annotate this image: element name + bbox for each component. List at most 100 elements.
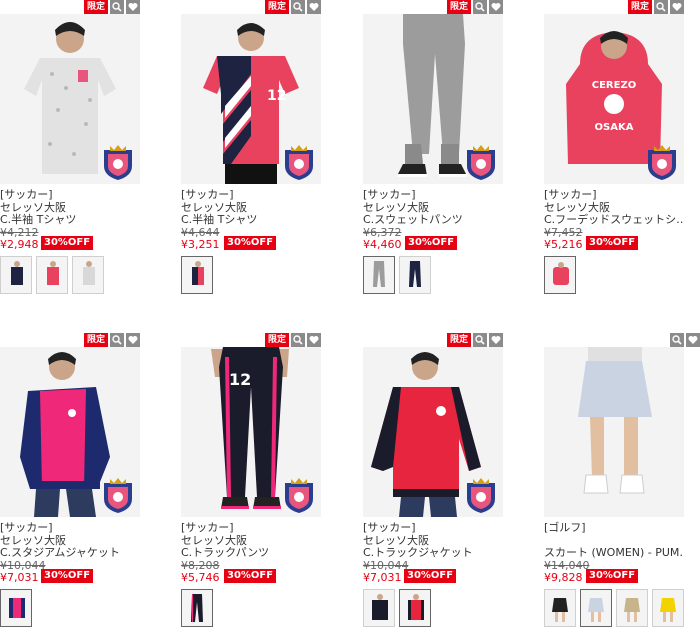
product-image[interactable] [0,14,140,184]
product-category: [サッカー] [181,188,234,201]
discount-badge: 30%OFF [586,569,639,583]
sale-price: ¥3,251 [181,238,220,251]
zoom-icon[interactable] [110,0,124,14]
product-image[interactable] [363,347,503,517]
card-badges: 限定 [446,333,503,347]
favorite-heart-icon[interactable] [686,333,700,347]
sale-price: ¥9,828 [544,571,583,584]
color-thumbnails [544,589,684,627]
zoom-icon[interactable] [291,333,305,347]
product-name[interactable]: C.フーデッドスウェットシ… [544,213,684,226]
limited-badge: 限定 [83,333,108,347]
product-category: [サッカー] [363,188,416,201]
product-card[interactable]: 限定 CEREZO OSAKA [サッカー] セレッソ大阪 C.フーデッドスウェ… [544,0,700,300]
card-badges: 限定 [264,0,321,14]
card-badges: 限定 [446,0,503,14]
product-image[interactable] [0,347,140,517]
color-thumbnails [0,589,32,627]
product-category: [ゴルフ] [544,521,586,534]
product-card[interactable]: 限定 12 [サッカー] セレッソ大阪 C.トラックパンツ ¥8,208 ¥5,… [181,333,349,633]
limited-badge: 限定 [446,333,471,347]
product-card[interactable]: 限定 [サッカー] セレッソ大阪 C.スタジアムジャケット ¥10,044 ¥7… [0,333,168,633]
color-thumbnail-light-blue[interactable] [580,589,612,627]
color-thumbnails [363,589,431,627]
product-card[interactable]: 限定 [サッカー] セレッソ大阪 C.トラックジャケット ¥10,044 ¥7,… [363,333,531,633]
color-thumbnail-black[interactable] [544,589,576,627]
card-badges: 限定 [83,333,140,347]
color-thumbnail-beige[interactable] [616,589,648,627]
color-thumbnail-pink-navy[interactable] [181,256,213,294]
favorite-heart-icon[interactable] [307,0,321,14]
color-thumbnail-pink[interactable] [36,256,68,294]
discount-badge: 30%OFF [41,236,94,250]
club-emblem [285,478,313,513]
card-badges: 限定 [627,0,684,14]
card-badges: 限定 [83,0,140,14]
product-card[interactable]: [ゴルフ] スカート (WOMEN) - PUM… ¥14,040 ¥9,828… [544,333,700,633]
product-image[interactable] [363,14,503,184]
sale-price: ¥7,031 [0,571,39,584]
color-thumbnail-navy[interactable] [363,589,395,627]
svg-text:OSAKA: OSAKA [595,122,634,133]
club-emblem [467,478,495,513]
color-thumbnail-pink-navy[interactable] [0,589,32,627]
limited-badge: 限定 [264,0,289,14]
color-thumbnails [544,256,576,294]
discount-badge: 30%OFF [586,236,639,250]
discount-badge: 30%OFF [224,569,277,583]
product-image[interactable]: 12 [181,347,321,517]
favorite-heart-icon[interactable] [126,333,140,347]
product-category: [サッカー] [0,188,53,201]
limited-badge: 限定 [627,0,652,14]
product-name[interactable]: C.スウェットパンツ [363,213,463,226]
product-image[interactable] [544,347,684,517]
club-emblem [285,145,313,180]
color-thumbnail-red[interactable] [399,589,431,627]
club-emblem [104,478,132,513]
color-thumbnail-navy[interactable] [0,256,32,294]
color-thumbnails [363,256,431,294]
product-name[interactable]: C.半袖 Tシャツ [0,213,76,226]
zoom-icon[interactable] [473,0,487,14]
product-name[interactable]: C.半袖 Tシャツ [181,213,257,226]
discount-badge: 30%OFF [41,569,94,583]
favorite-heart-icon[interactable] [126,0,140,14]
card-badges: 限定 [264,333,321,347]
zoom-icon[interactable] [670,333,684,347]
product-category: [サッカー] [0,521,53,534]
color-thumbnail-pink[interactable] [544,256,576,294]
card-badges [670,333,700,347]
favorite-heart-icon[interactable] [307,333,321,347]
product-card[interactable]: 限定 [サッカー] セレッソ大阪 C.半袖 Tシャツ ¥4,212 ¥2,948… [0,0,168,300]
product-category: [サッカー] [363,521,416,534]
sale-price: ¥5,216 [544,238,583,251]
product-name[interactable]: C.スタジアムジャケット [0,546,120,559]
color-thumbnail-gray[interactable] [363,256,395,294]
product-card[interactable]: 限定 12 [サッカー] セレッソ大阪 C.半袖 Tシャツ ¥4,644 ¥3,… [181,0,349,300]
color-thumbnails [0,256,104,294]
svg-text:CEREZO: CEREZO [592,80,636,91]
color-thumbnail-black[interactable] [399,256,431,294]
favorite-heart-icon[interactable] [670,0,684,14]
color-thumbnails [181,589,213,627]
discount-badge: 30%OFF [224,236,277,250]
favorite-heart-icon[interactable] [489,333,503,347]
color-thumbnail-black[interactable] [181,589,213,627]
club-emblem [648,145,676,180]
color-thumbnail-yellow[interactable] [652,589,684,627]
color-thumbnail-white[interactable] [72,256,104,294]
zoom-icon[interactable] [473,333,487,347]
product-name[interactable]: C.トラックジャケット [363,546,473,559]
product-card[interactable]: 限定 [サッカー] セレッソ大阪 C.スウェットパンツ ¥6,372 ¥4,46… [363,0,531,300]
zoom-icon[interactable] [291,0,305,14]
favorite-heart-icon[interactable] [489,0,503,14]
product-image[interactable]: 12 [181,14,321,184]
product-image[interactable]: CEREZO OSAKA [544,14,684,184]
product-name[interactable]: スカート (WOMEN) - PUM… [544,546,684,559]
zoom-icon[interactable] [110,333,124,347]
product-name[interactable]: C.トラックパンツ [181,546,269,559]
sale-price: ¥7,031 [363,571,402,584]
zoom-icon[interactable] [654,0,668,14]
discount-badge: 30%OFF [404,569,457,583]
limited-badge: 限定 [264,333,289,347]
